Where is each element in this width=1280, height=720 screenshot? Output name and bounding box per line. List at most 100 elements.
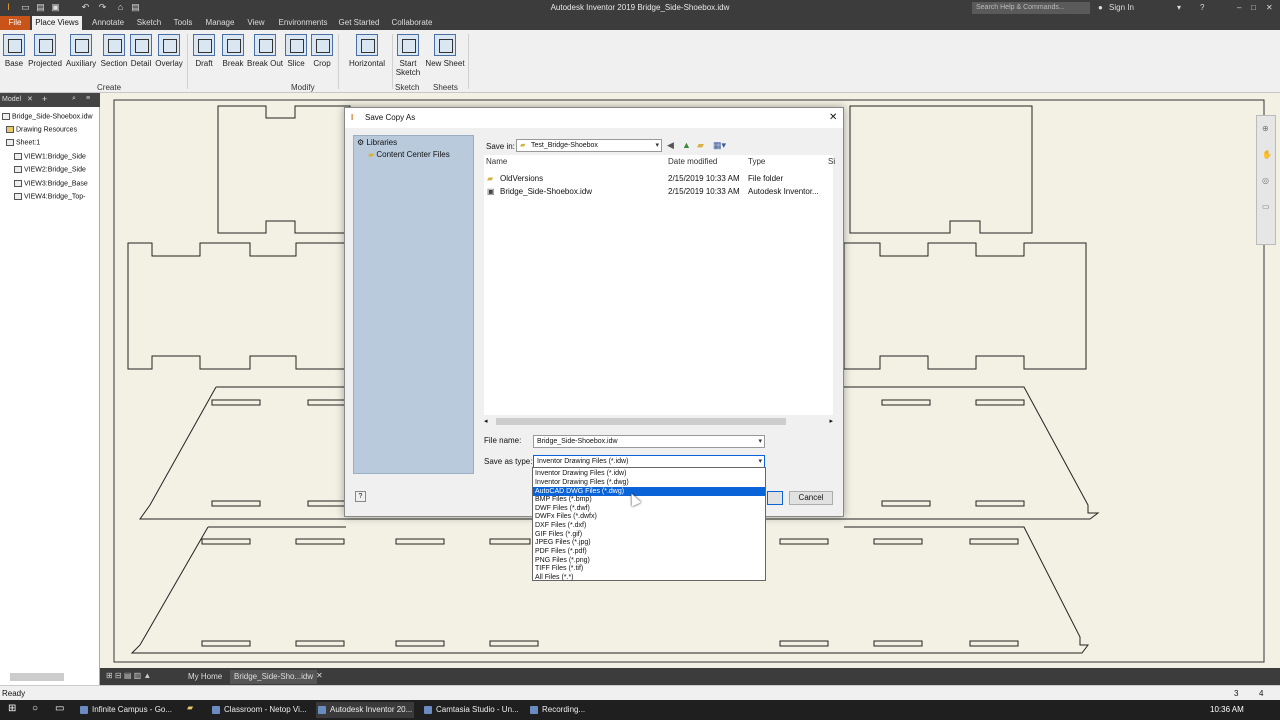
tab-collaborate[interactable]: Collaborate: [386, 16, 438, 30]
view-icon: [14, 180, 22, 187]
tab-manage[interactable]: Manage: [200, 16, 240, 30]
detail-view-icon: [130, 34, 152, 56]
tab-sketch[interactable]: Sketch: [132, 16, 166, 30]
task-inventor[interactable]: Autodesk Inventor 20...: [316, 702, 414, 718]
up-folder-icon[interactable]: ▲: [682, 140, 691, 150]
auxiliary-button[interactable]: Auxiliary: [64, 34, 98, 68]
task-classroom[interactable]: Classroom - Netop Vi...: [210, 702, 308, 718]
scroll-right-icon[interactable]: ▸: [829, 417, 833, 425]
add-icon[interactable]: +: [42, 94, 47, 104]
slice-button[interactable]: Slice: [284, 34, 308, 68]
pan-icon[interactable]: ✋: [1262, 150, 1272, 159]
tree-item-drawing-resources[interactable]: Drawing Resources: [6, 126, 77, 133]
break-button[interactable]: Break: [220, 34, 246, 68]
search-input[interactable]: Search Help & Commands...: [972, 2, 1090, 14]
type-option[interactable]: PDF Files (*.pdf): [533, 547, 765, 556]
file-list[interactable]: Name Date modified Type Si ▰ OldVersions…: [484, 155, 835, 415]
maximize-icon[interactable]: □: [1251, 3, 1256, 12]
break-out-button[interactable]: Break Out: [246, 34, 284, 68]
column-type[interactable]: Type: [748, 157, 765, 166]
scroll-thumb[interactable]: [496, 418, 786, 425]
column-name[interactable]: Name: [486, 157, 507, 166]
column-size[interactable]: Si: [828, 157, 835, 166]
cortana-icon[interactable]: ○: [32, 703, 38, 714]
dialog-close-icon[interactable]: ✕: [829, 108, 837, 128]
tree-item-sheet[interactable]: Sheet:1: [6, 139, 40, 146]
help-icon[interactable]: ?: [355, 491, 366, 502]
file-row[interactable]: ▰ OldVersions 2/15/2019 10:33 AM File fo…: [484, 173, 833, 185]
tile-icon[interactable]: ⊞ ⊟ ▤ ▥ ▲: [106, 671, 151, 680]
task-view-icon[interactable]: ▭: [55, 703, 64, 714]
tab-annotate[interactable]: Annotate: [86, 16, 130, 30]
tab-get-started[interactable]: Get Started: [336, 16, 382, 30]
type-option[interactable]: BMP Files (*.bmp): [533, 495, 765, 504]
menu-icon[interactable]: ≡: [86, 95, 90, 102]
crop-button[interactable]: Crop: [310, 34, 334, 68]
start-sketch-button[interactable]: Start Sketch: [394, 34, 422, 77]
look-at-icon[interactable]: ▭: [1262, 202, 1270, 211]
file-row[interactable]: ▣ Bridge_Side-Shoebox.idw 2/15/2019 10:3…: [484, 186, 833, 198]
save-button-partial[interactable]: [767, 491, 783, 505]
tab-my-home[interactable]: My Home: [184, 670, 226, 684]
cart-icon[interactable]: ▾: [1177, 3, 1181, 12]
close-tab-icon[interactable]: ✕: [316, 671, 323, 680]
tab-environments[interactable]: Environments: [272, 16, 334, 30]
task-camtasia[interactable]: Camtasia Studio - Un...: [422, 702, 520, 718]
tree-item-view4[interactable]: VIEW4:Bridge_Top-: [14, 193, 85, 200]
close-icon[interactable]: ✕: [1266, 3, 1273, 12]
title-bar: I ▭ ▤ ▣ ↶ ↷ ⌂ ▤ Autodesk Inventor 2019 B…: [0, 0, 1280, 16]
orbit-icon[interactable]: ◎: [1262, 176, 1269, 185]
help-icon[interactable]: ?: [1200, 3, 1204, 12]
user-icon[interactable]: ●: [1098, 3, 1103, 12]
tab-tools[interactable]: Tools: [168, 16, 198, 30]
tree-item-view2[interactable]: VIEW2:Bridge_Side: [14, 166, 86, 173]
column-date-modified[interactable]: Date modified: [668, 157, 717, 166]
type-option[interactable]: Inventor Drawing Files (*.idw): [533, 469, 765, 478]
detail-button[interactable]: Detail: [128, 34, 154, 68]
horizontal-button[interactable]: Horizontal: [344, 34, 390, 68]
windows-start-icon[interactable]: ⊞: [8, 703, 16, 714]
overlay-button[interactable]: Overlay: [154, 34, 184, 68]
tree-item-document[interactable]: Bridge_Side-Shoebox.idw: [2, 113, 93, 120]
task-recording[interactable]: Recording...: [528, 702, 598, 718]
draft-button[interactable]: Draft: [191, 34, 217, 68]
file-explorer-icon[interactable]: ▰: [187, 703, 193, 712]
close-icon[interactable]: ✕: [27, 95, 33, 103]
tab-view[interactable]: View: [242, 16, 270, 30]
tab-place-views[interactable]: Place Views: [32, 16, 82, 30]
tab-file[interactable]: File: [0, 16, 30, 30]
place-content-center[interactable]: ▰ Content Center Files: [368, 150, 450, 159]
file-name-input[interactable]: Bridge_Side-Shoebox.idw ▾: [533, 435, 765, 448]
browser-tab-model[interactable]: Model: [2, 96, 21, 103]
type-option[interactable]: All Files (*.*): [533, 573, 765, 582]
horizontal-scrollbar[interactable]: ◂ ▸: [484, 417, 833, 426]
save-in-select[interactable]: ▰ Test_Bridge-Shoebox ▾: [516, 139, 662, 152]
search-icon[interactable]: ⌕: [72, 95, 76, 103]
sign-in-link[interactable]: Sign In: [1109, 3, 1134, 12]
save-as-type-dropdown[interactable]: Inventor Drawing Files (*.idw) Inventor …: [532, 467, 766, 581]
tree-item-view1[interactable]: VIEW1:Bridge_Side: [14, 153, 86, 160]
browser-scrollbar[interactable]: [10, 673, 64, 681]
new-sheet-button[interactable]: New Sheet: [424, 34, 466, 68]
task-infinite-campus[interactable]: Infinite Campus - Go...: [78, 702, 176, 718]
new-folder-icon[interactable]: ▰: [697, 140, 704, 151]
cancel-button[interactable]: Cancel: [789, 491, 833, 505]
scroll-left-icon[interactable]: ◂: [484, 417, 488, 425]
type-option[interactable]: JPEG Files (*.jpg): [533, 538, 765, 547]
tab-document[interactable]: Bridge_Side-Sho...idw: [230, 670, 318, 684]
projected-button[interactable]: Projected: [27, 34, 63, 68]
tree-item-view3[interactable]: VIEW3:Bridge_Base: [14, 180, 88, 187]
zoom-icon[interactable]: ⊕: [1262, 124, 1269, 133]
base-button[interactable]: Base: [2, 34, 26, 68]
view-menu-icon[interactable]: ▦▾: [713, 140, 726, 151]
navigation-bar[interactable]: ⊕ ✋ ◎ ▭: [1256, 115, 1276, 245]
minimize-icon[interactable]: –: [1237, 3, 1241, 12]
back-icon[interactable]: ◀: [667, 140, 674, 151]
type-option[interactable]: TIFF Files (*.tif): [533, 564, 765, 573]
section-button[interactable]: Section: [99, 34, 129, 68]
clock[interactable]: 10:36 AM: [1210, 705, 1244, 714]
type-option[interactable]: DWFx Files (*.dwfx): [533, 512, 765, 521]
type-option[interactable]: Inventor Drawing Files (*.dwg): [533, 478, 765, 487]
type-option[interactable]: DXF Files (*.dxf): [533, 521, 765, 530]
place-libraries[interactable]: ⚙ Libraries: [357, 138, 397, 147]
